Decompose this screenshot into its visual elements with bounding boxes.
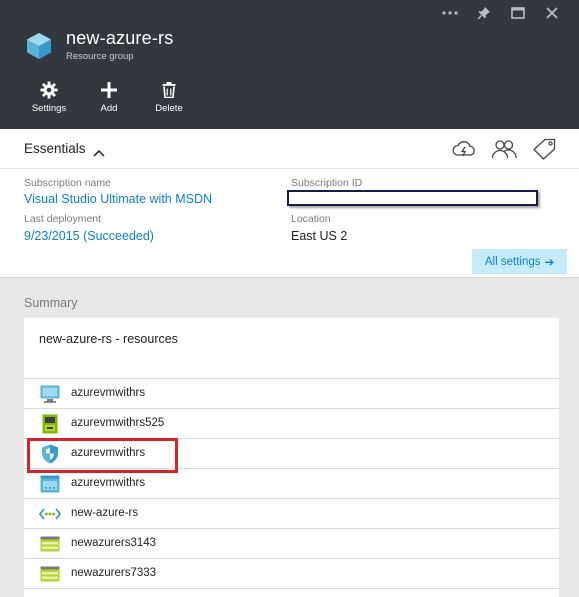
location-value: East US 2 (291, 229, 348, 243)
resource-row[interactable]: azurevmwithrs (24, 468, 559, 498)
blade-header: new-azure-rs Resource group Settings Add… (0, 0, 579, 129)
resource-name: newazurers3143 (71, 537, 157, 549)
settings-button[interactable]: Settings (19, 80, 79, 114)
gear-icon (40, 80, 58, 100)
last-deployment-link[interactable]: 9/23/2015 (Succeeded) (24, 229, 154, 243)
resources-tile-title[interactable]: new-azure-rs - resources (39, 332, 178, 346)
delete-label: Delete (155, 103, 183, 114)
resource-name: azurevmwithrs (71, 447, 146, 459)
delete-button[interactable]: Delete (139, 80, 199, 114)
all-settings-button[interactable]: All settings ➔ (472, 249, 567, 274)
maximize-icon[interactable] (501, 4, 535, 22)
resource-name: newazurers7333 (71, 567, 157, 579)
resources-tile: new-azure-rs - resources azurevmwithrs a… (24, 318, 559, 597)
all-settings-label: All settings (484, 255, 541, 268)
network-security-group-icon (39, 444, 61, 464)
chevron-up-icon[interactable] (93, 144, 105, 162)
network-interface-icon (39, 414, 61, 434)
resource-row[interactable]: newazurers3143 (24, 528, 559, 558)
essentials-panel: Essentials Subscription name Visual Stud… (0, 129, 579, 278)
resource-name: azurevmwithrs525 (71, 417, 165, 429)
essentials-header: Essentials (0, 129, 579, 169)
location-label: Location (291, 213, 331, 225)
virtual-network-icon (39, 504, 61, 524)
arrow-right-icon: ➔ (544, 256, 555, 269)
virtual-machine-icon (39, 384, 61, 404)
settings-label: Settings (31, 103, 67, 114)
resource-name: new-azure-rs (71, 507, 139, 519)
close-icon[interactable] (535, 4, 569, 22)
last-deployment-label: Last deployment (24, 213, 102, 225)
more-icon[interactable] (433, 4, 467, 22)
public-ip-icon (39, 474, 61, 494)
add-button[interactable]: Add (79, 80, 139, 114)
users-icon[interactable] (491, 138, 517, 160)
resource-row[interactable]: new-azure-rs (24, 498, 559, 528)
subscription-name-label: Subscription name (24, 177, 111, 189)
subscription-name-link[interactable]: Visual Studio Ultimate with MSDN (24, 192, 212, 206)
resource-row[interactable]: azurevmwithrs (24, 438, 559, 468)
resource-name: azurevmwithrs (71, 387, 146, 399)
page-title: new-azure-rs (66, 28, 174, 48)
window-controls (433, 4, 569, 22)
essentials-actions (451, 138, 557, 160)
subscription-id-label: Subscription ID (291, 177, 363, 189)
page-subtitle: Resource group (66, 51, 134, 62)
pin-icon[interactable] (467, 4, 501, 22)
resource-group-icon (24, 31, 54, 61)
cloud-lightning-icon[interactable] (451, 138, 477, 160)
resource-row (24, 588, 559, 597)
subscription-id-redacted (287, 190, 538, 206)
resource-name: azurevmwithrs (71, 477, 146, 489)
storage-account-icon (39, 564, 61, 584)
trash-icon (162, 80, 176, 100)
tag-icon[interactable] (531, 138, 557, 160)
add-label: Add (100, 103, 118, 114)
resource-row[interactable]: newazurers7333 (24, 558, 559, 588)
plus-icon (101, 80, 117, 100)
summary-heading: Summary (24, 296, 78, 310)
resource-row[interactable]: azurevmwithrs (24, 378, 559, 408)
essentials-toggle[interactable]: Essentials (24, 141, 86, 156)
storage-account-icon (39, 534, 61, 554)
resource-list: azurevmwithrs azurevmwithrs525 azurevmwi… (24, 378, 559, 597)
resource-row[interactable]: azurevmwithrs525 (24, 408, 559, 438)
